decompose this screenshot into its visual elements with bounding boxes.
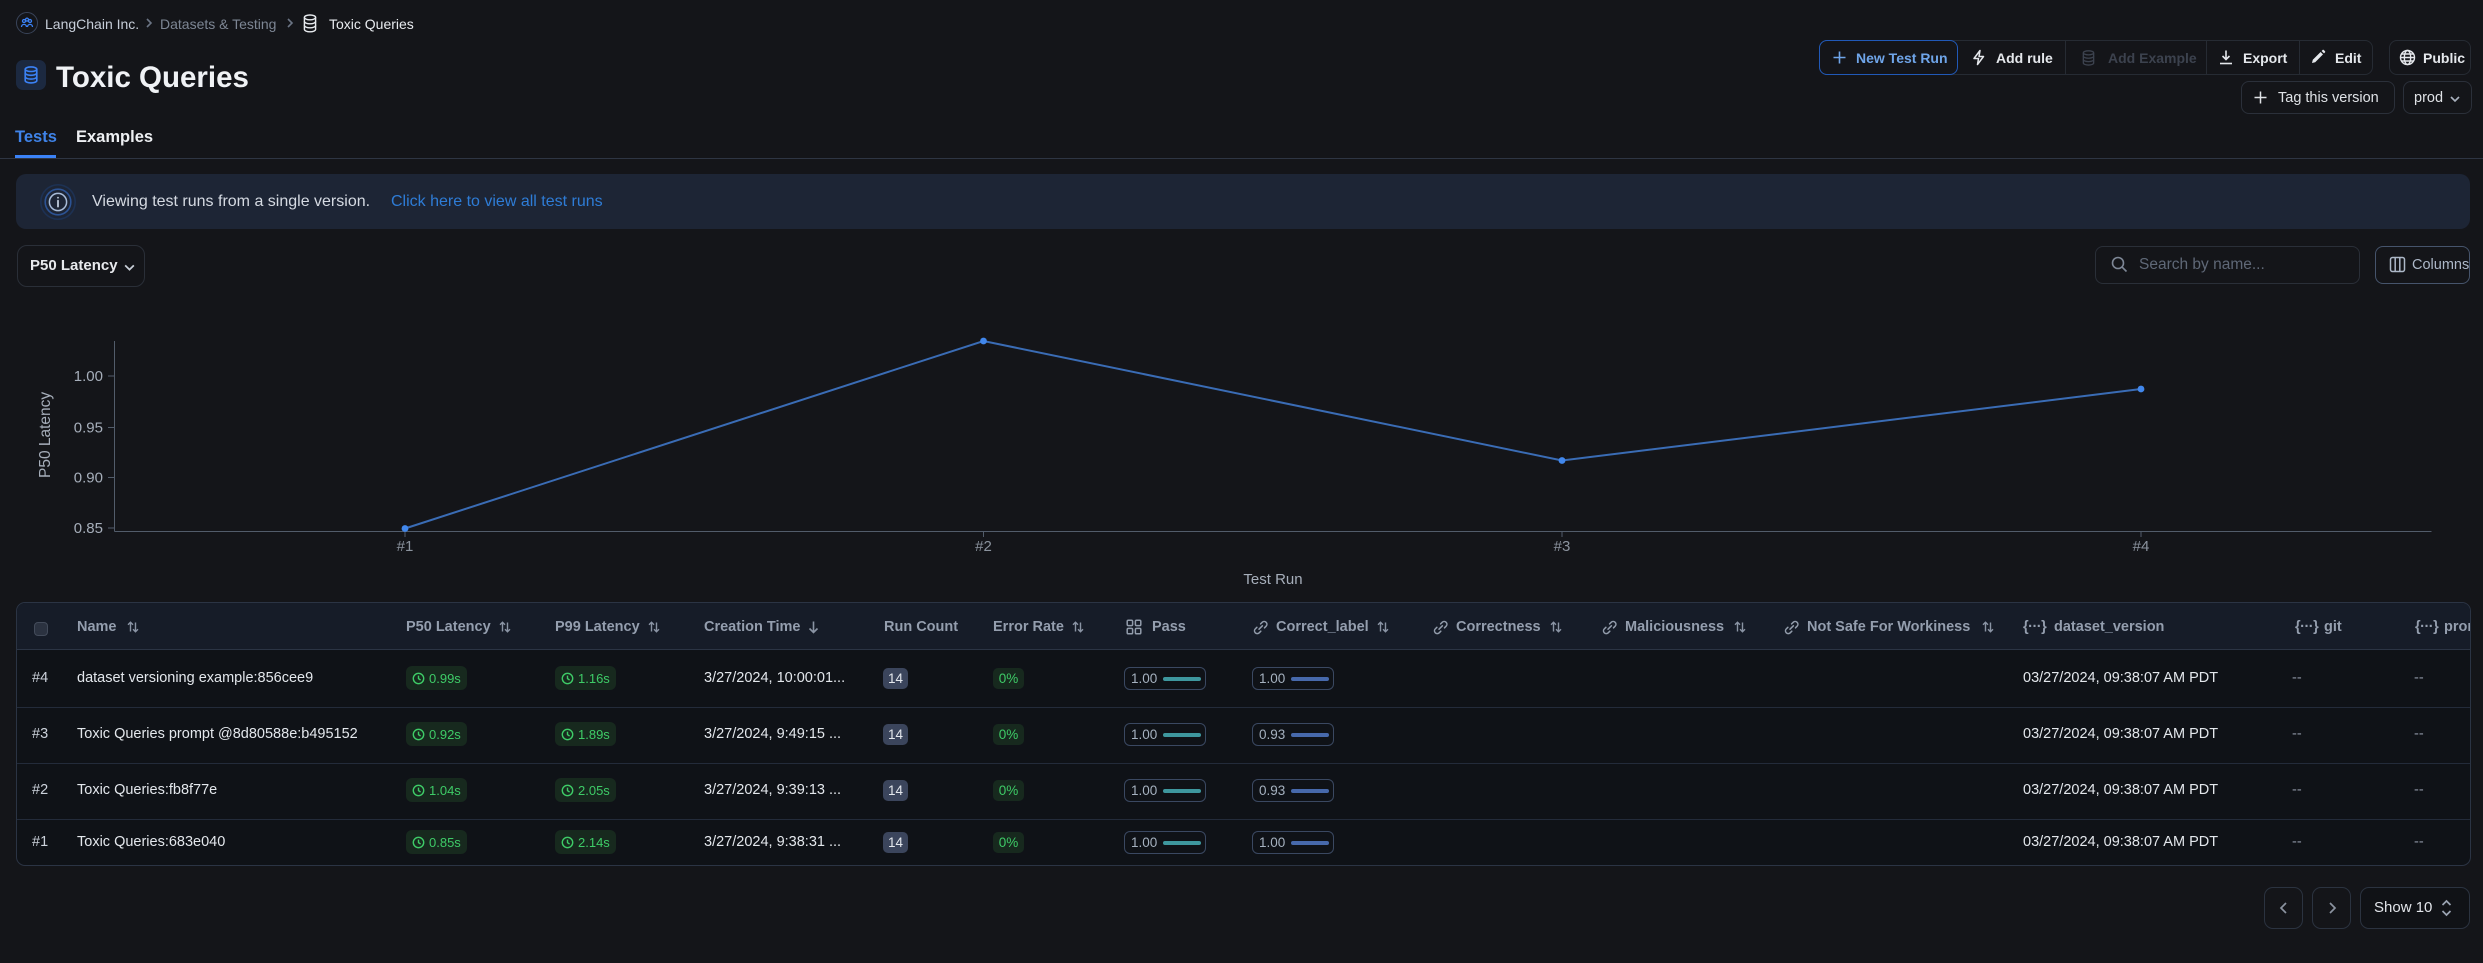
svg-text:#4: #4 xyxy=(2133,538,2150,555)
svg-text:#3: #3 xyxy=(1554,538,1571,555)
svg-text:0.95: 0.95 xyxy=(74,420,103,437)
svg-text:P50 Latency: P50 Latency xyxy=(37,392,54,478)
svg-text:Test Run: Test Run xyxy=(1243,571,1302,588)
svg-text:#2: #2 xyxy=(975,538,992,555)
svg-text:1.00: 1.00 xyxy=(74,368,103,385)
svg-text:0.85: 0.85 xyxy=(74,520,103,537)
svg-text:#1: #1 xyxy=(397,538,414,555)
svg-text:0.90: 0.90 xyxy=(74,470,103,487)
